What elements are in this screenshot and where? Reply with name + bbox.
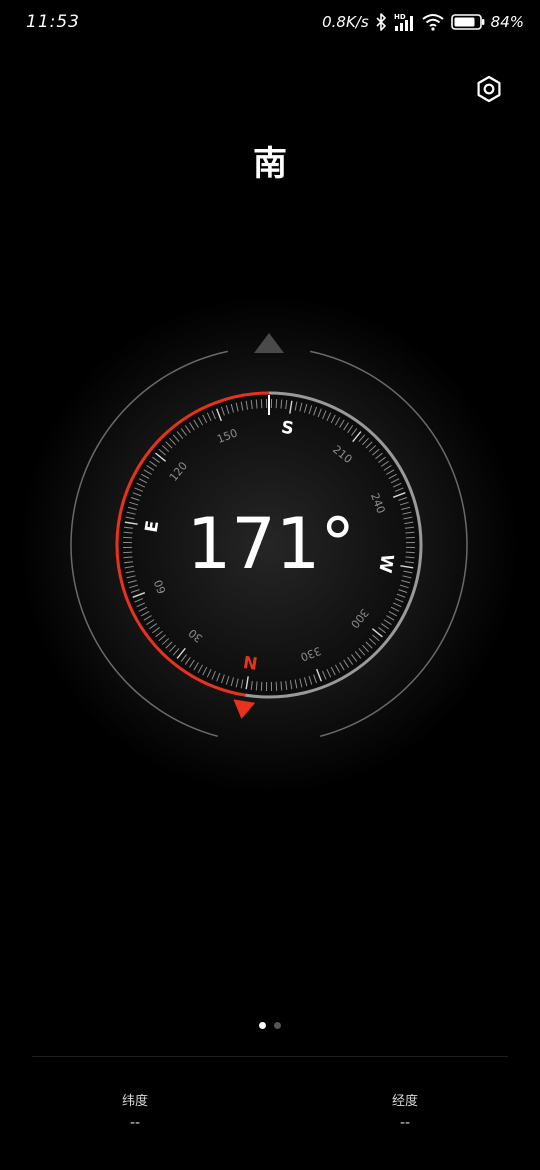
status-time: 11:53 xyxy=(26,12,80,32)
divider xyxy=(32,1056,508,1057)
page-indicator xyxy=(0,1022,540,1029)
svg-text:HD: HD xyxy=(394,13,406,21)
latitude-label: 纬度 xyxy=(121,1094,148,1109)
compass-svg: 3060120150210240300330NESW171° xyxy=(19,300,519,795)
settings-button[interactable] xyxy=(474,74,504,104)
cardinal-w: W xyxy=(374,553,397,575)
heading-readout: 171° xyxy=(187,503,356,585)
battery-percent: 84% xyxy=(490,13,524,31)
compass-app-screen: 11:53 0.8K/s HD 84% 南 30 60 120 150 210 … xyxy=(0,0,540,1170)
longitude-block: 经度 -- xyxy=(345,1090,465,1131)
latitude-value: -- xyxy=(129,1115,141,1131)
wifi-icon xyxy=(421,13,445,31)
status-bar: 11:53 0.8K/s HD 84% xyxy=(0,0,540,44)
page-dot-2[interactable] xyxy=(274,1022,281,1029)
status-icons: 0.8K/s HD 84% xyxy=(322,10,524,34)
compass-dial[interactable]: 30 60 120 150 210 240 300 330 N E S W 171° xyxy=(0,300,540,800)
page-dot-1[interactable] xyxy=(259,1022,266,1029)
battery-icon xyxy=(450,14,485,30)
latitude-block: 纬度 -- xyxy=(75,1090,195,1131)
longitude-value: -- xyxy=(399,1115,411,1131)
direction-label: 南 xyxy=(253,144,287,184)
settings-hexagon-icon xyxy=(475,75,503,103)
bluetooth-icon xyxy=(375,13,387,31)
longitude-label: 经度 xyxy=(391,1094,418,1109)
hd-signal-icon: HD xyxy=(393,12,415,32)
network-speed: 0.8K/s xyxy=(322,13,369,31)
